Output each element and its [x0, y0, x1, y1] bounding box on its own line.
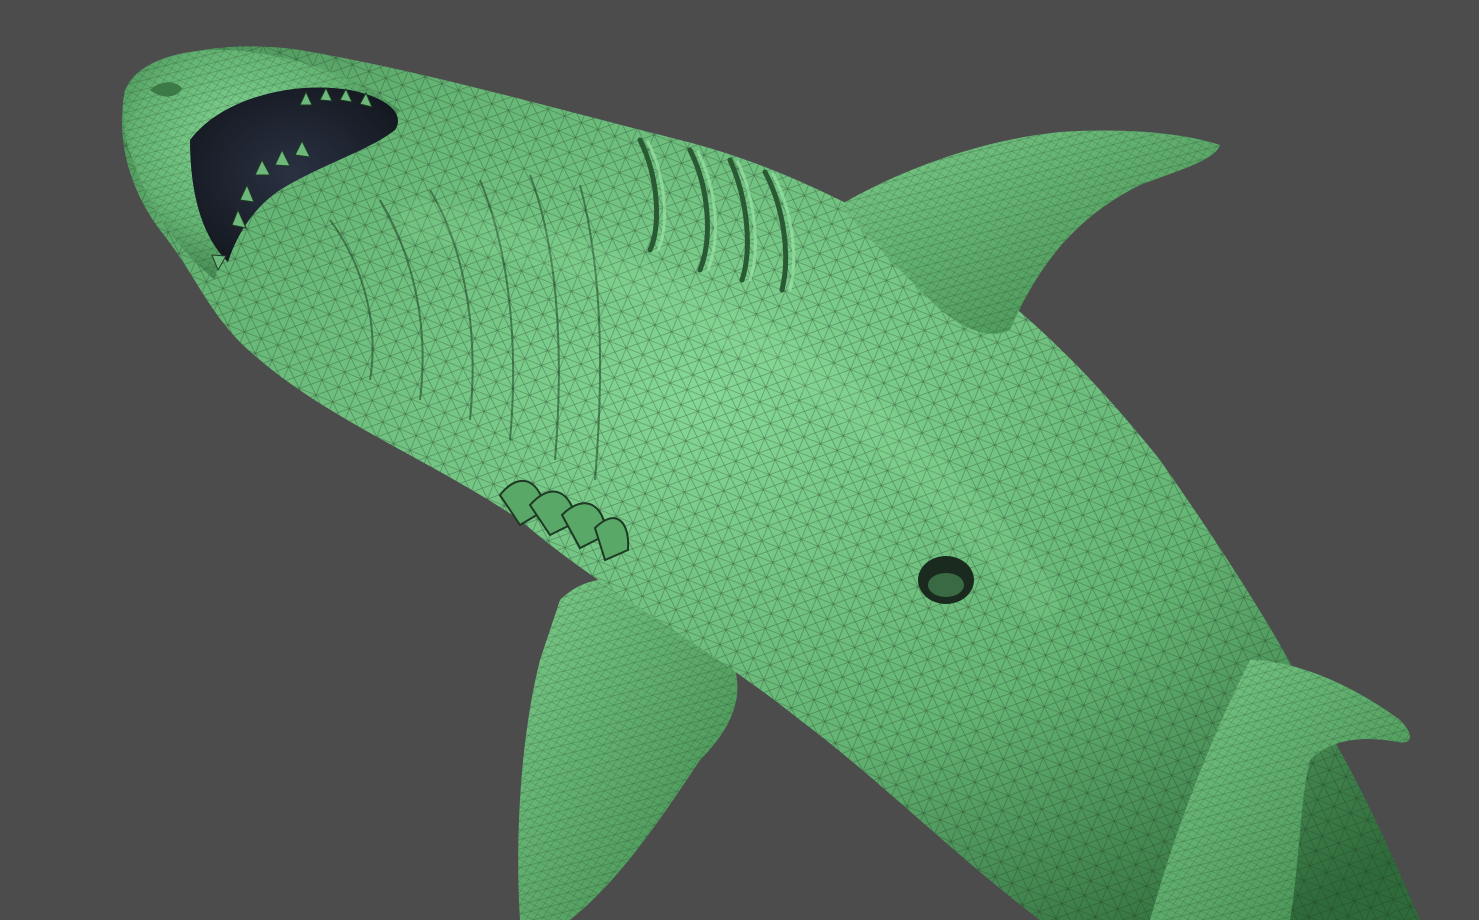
shark-render [0, 0, 1479, 920]
3d-viewport[interactable] [0, 0, 1479, 920]
belly-hole [918, 556, 974, 604]
